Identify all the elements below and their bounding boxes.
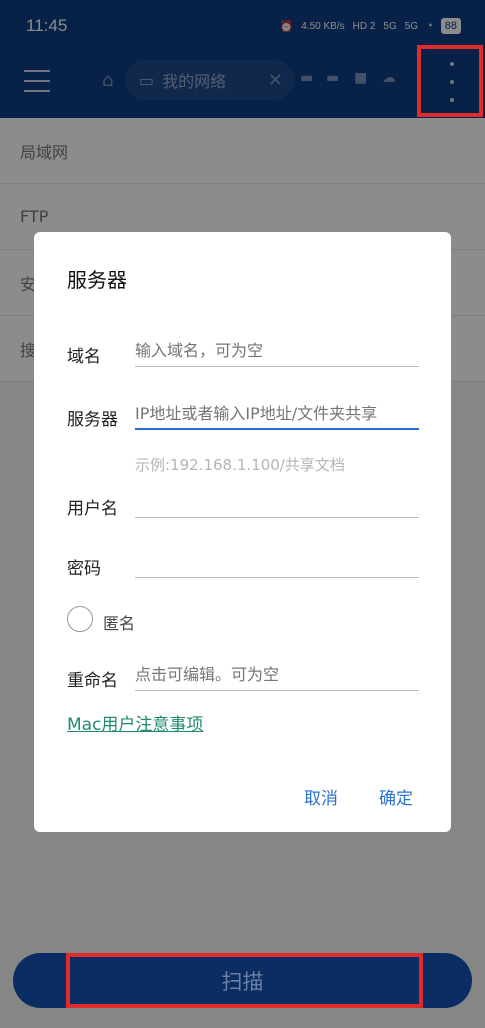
server-hint: 示例:192.168.1.100/共享文档 xyxy=(135,456,345,474)
username-label: 用户名 xyxy=(67,499,118,519)
domain-label: 域名 xyxy=(67,347,101,367)
cancel-button[interactable]: 取消 xyxy=(304,784,338,809)
anonymous-label: 匿名 xyxy=(103,614,136,633)
username-input[interactable] xyxy=(135,486,419,518)
password-label: 密码 xyxy=(67,559,101,579)
password-input[interactable] xyxy=(135,546,419,578)
server-label: 服务器 xyxy=(67,410,118,430)
server-dialog: 服务器 域名 服务器 示例:192.168.1.100/共享文档 用户名 密码 … xyxy=(34,232,451,832)
confirm-button[interactable]: 确定 xyxy=(379,784,413,809)
rename-label: 重命名 xyxy=(67,671,118,691)
dialog-title: 服务器 xyxy=(67,268,127,292)
mac-notes-link[interactable]: Mac用户注意事项 xyxy=(67,710,203,735)
rename-input[interactable] xyxy=(135,659,419,691)
highlight-scan-button xyxy=(66,953,423,1008)
anonymous-radio[interactable] xyxy=(67,606,93,632)
domain-input[interactable] xyxy=(135,335,419,367)
server-input[interactable] xyxy=(135,398,419,430)
highlight-more-options xyxy=(417,45,483,117)
